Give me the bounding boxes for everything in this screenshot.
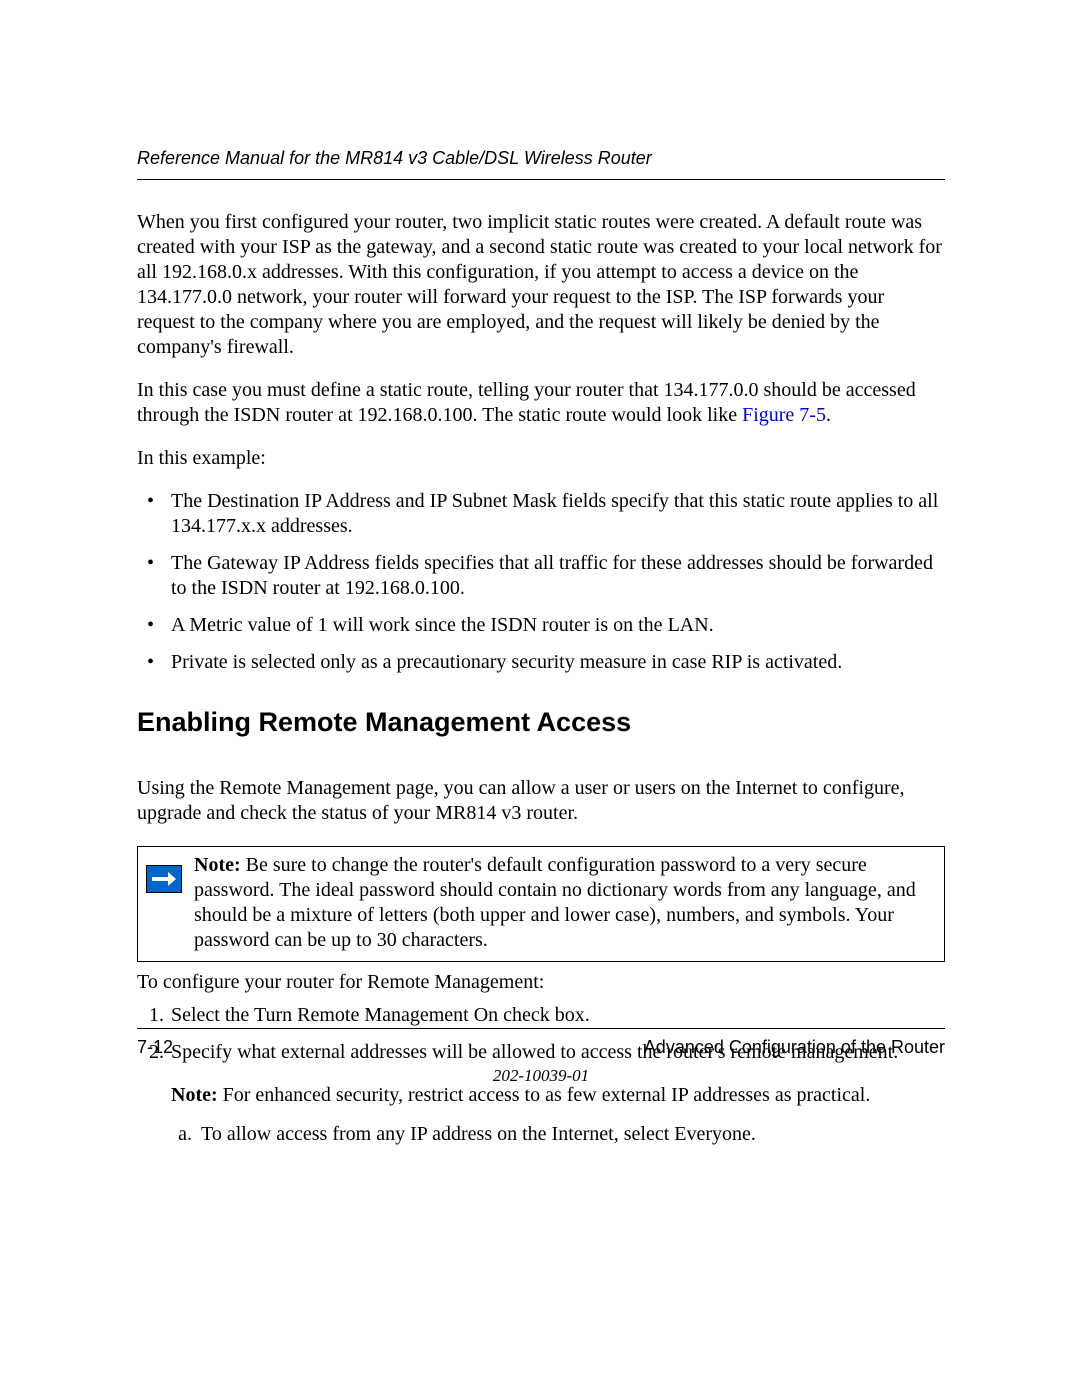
remote-management-intro: Using the Remote Management page, you ca… [137, 776, 945, 826]
running-header: Reference Manual for the MR814 v3 Cable/… [137, 148, 945, 169]
note-text: Note: Be sure to change the router's def… [190, 847, 944, 961]
example-bullet-list: The Destination IP Address and IP Subnet… [137, 489, 945, 675]
step-note-label: Note: [171, 1084, 218, 1106]
header-rule [137, 179, 945, 180]
document-page: Reference Manual for the MR814 v3 Cable/… [0, 0, 1080, 1147]
list-item: The Destination IP Address and IP Subnet… [137, 489, 945, 539]
substep-item: To allow access from any IP address on t… [197, 1122, 945, 1147]
body-paragraph-3: In this example: [137, 446, 945, 471]
page-footer: 7-12 Advanced Configuration of the Route… [137, 1028, 945, 1086]
figure-7-5-link[interactable]: Figure 7-5 [742, 404, 826, 426]
footer-rule [137, 1028, 945, 1029]
note-icon-cell [138, 847, 190, 961]
list-item: Private is selected only as a precaution… [137, 650, 945, 675]
page-number: 7-12 [137, 1037, 173, 1058]
substeps: To allow access from any IP address on t… [171, 1122, 945, 1147]
note-callout: Note: Be sure to change the router's def… [137, 846, 945, 962]
body-paragraph-1: When you first configured your router, t… [137, 210, 945, 360]
chapter-title: Advanced Configuration of the Router [644, 1037, 945, 1058]
step-item: Select the Turn Remote Management On che… [169, 1003, 945, 1028]
step-note-text: For enhanced security, restrict access t… [218, 1084, 871, 1106]
note-body: Be sure to change the router's default c… [194, 854, 916, 951]
section-heading-remote-management: Enabling Remote Management Access [137, 707, 945, 738]
step-2-note: Note: For enhanced security, restrict ac… [171, 1083, 945, 1108]
footer-row: 7-12 Advanced Configuration of the Route… [137, 1037, 945, 1058]
p2-post: . [826, 404, 831, 426]
arrow-right-icon [146, 865, 182, 893]
list-item: A Metric value of 1 will work since the … [137, 613, 945, 638]
body-paragraph-2: In this case you must define a static ro… [137, 378, 945, 428]
to-configure-lead: To configure your router for Remote Mana… [137, 970, 945, 995]
list-item: The Gateway IP Address fields specifies … [137, 551, 945, 601]
note-label: Note: [194, 854, 241, 876]
document-number: 202-10039-01 [137, 1066, 945, 1086]
